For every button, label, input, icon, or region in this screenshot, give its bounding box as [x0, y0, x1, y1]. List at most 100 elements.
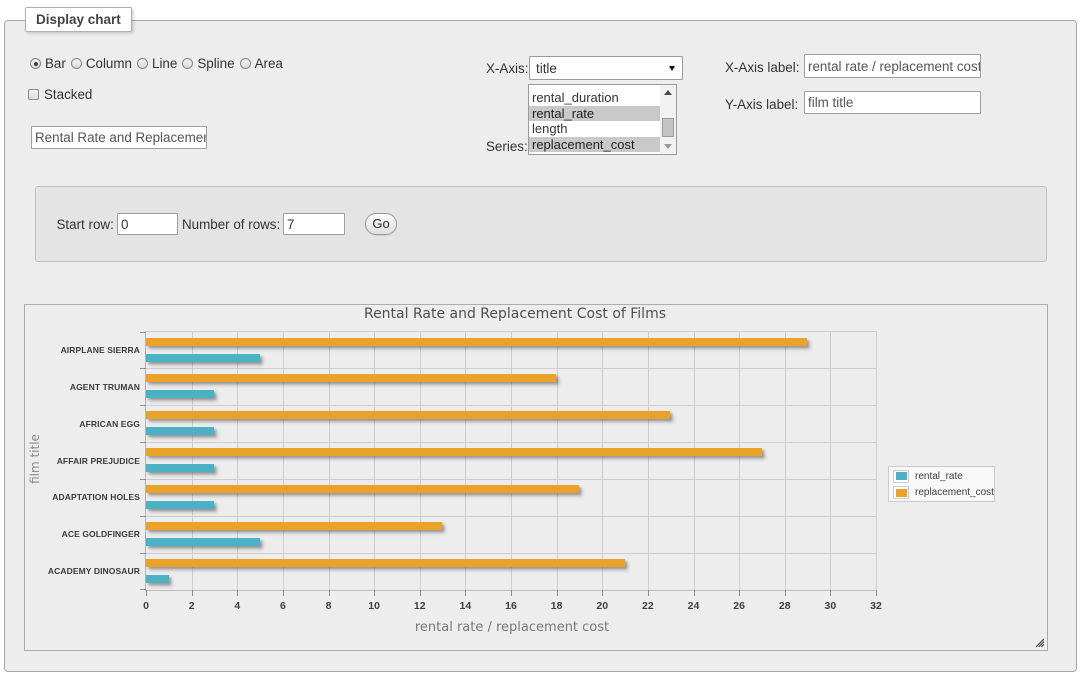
x-axis-select[interactable]: title: [529, 56, 683, 80]
legend-label: replacement_cost: [915, 487, 994, 498]
stacked-label[interactable]: Stacked: [44, 87, 92, 102]
y-axis-tick: [140, 516, 146, 517]
fieldset-legend: Display chart: [25, 7, 132, 32]
radio-line[interactable]: [137, 58, 148, 69]
category-label: AIRPLANE SIERRA: [10, 345, 140, 355]
x-axis-tick-label: 2: [172, 600, 212, 612]
x-axis-tick-label: 28: [765, 600, 805, 612]
legend-label: rental_rate: [915, 471, 963, 482]
x-axis-tick-label: 12: [400, 600, 440, 612]
gridline: [420, 332, 421, 590]
gridline: [146, 368, 876, 369]
bar-replacement_cost: [146, 411, 670, 419]
gridline: [283, 332, 284, 590]
legend-item: replacement_cost: [893, 485, 994, 502]
radio-bar[interactable]: [30, 58, 41, 69]
legend-swatch-replacement-cost: [893, 486, 909, 499]
x-axis-label-input[interactable]: rental rate / replacement cost: [804, 54, 981, 78]
gridline: [511, 332, 512, 590]
x-axis-tick: [876, 590, 877, 596]
series-option-rental-duration[interactable]: rental_duration: [529, 90, 661, 106]
gridline: [694, 332, 695, 590]
x-axis-tick-label: 22: [628, 600, 668, 612]
x-axis-select-label: X-Axis:: [486, 61, 528, 76]
y-axis-tick: [140, 368, 146, 369]
chart-title: Rental Rate and Replacement Cost of Film…: [25, 306, 1005, 322]
gridline: [146, 516, 876, 517]
series-option-rental-rate[interactable]: rental_rate: [529, 106, 661, 122]
chart-x-axis-title: rental rate / replacement cost: [147, 620, 877, 635]
chart-title-input[interactable]: Rental Rate and Replacement Cost of Film…: [31, 126, 207, 149]
bar-rental_rate: [146, 538, 260, 546]
x-axis-label-label: X-Axis label:: [725, 60, 799, 75]
scrollbar-thumb[interactable]: [662, 118, 675, 137]
x-axis-tick: [648, 590, 649, 596]
x-axis-tick-label: 6: [263, 600, 303, 612]
radio-spline-label[interactable]: Spline: [197, 56, 234, 71]
x-axis-tick: [329, 590, 330, 596]
x-axis-tick: [557, 590, 558, 596]
x-axis-tick: [830, 590, 831, 596]
bar-replacement_cost: [146, 485, 579, 493]
series-multiselect[interactable]: rental_duration rental_rate length repla…: [528, 84, 677, 155]
gridline: [785, 332, 786, 590]
x-axis-tick: [237, 590, 238, 596]
series-option-length[interactable]: length: [529, 121, 661, 137]
bar-replacement_cost: [146, 448, 762, 456]
x-axis-tick: [374, 590, 375, 596]
bar-rental_rate: [146, 501, 214, 509]
chart-container: Rental Rate and Replacement Cost of Film…: [24, 304, 1048, 651]
chart-plot-area: 02468101214161820222426283032AIRPLANE SI…: [145, 331, 877, 591]
gridline: [830, 332, 831, 590]
bar-replacement_cost: [146, 338, 807, 346]
stacked-row: Stacked: [28, 87, 92, 102]
radio-area[interactable]: [240, 58, 251, 69]
gridline: [146, 553, 876, 554]
radio-column[interactable]: [71, 58, 82, 69]
x-axis-tick: [602, 590, 603, 596]
x-axis-tick: [785, 590, 786, 596]
start-row-input[interactable]: 0: [117, 213, 178, 235]
radio-line-label[interactable]: Line: [152, 56, 177, 71]
x-axis-tick: [465, 590, 466, 596]
gridline: [146, 479, 876, 480]
y-axis-label-input[interactable]: film title: [804, 91, 981, 114]
bar-replacement_cost: [146, 522, 442, 530]
legend-swatch-rental-rate: [893, 470, 909, 483]
number-of-rows-input[interactable]: 7: [283, 213, 345, 235]
x-axis-tick: [739, 590, 740, 596]
bar-replacement_cost: [146, 374, 556, 382]
bar-rental_rate: [146, 464, 214, 472]
x-axis-tick-label: 16: [491, 600, 531, 612]
y-axis-tick: [140, 553, 146, 554]
stacked-checkbox[interactable]: [28, 89, 39, 100]
y-axis-tick: [140, 332, 146, 333]
bar-rental_rate: [146, 427, 214, 435]
x-axis-tick: [283, 590, 284, 596]
x-axis-tick-label: 26: [719, 600, 759, 612]
x-axis-tick-label: 0: [126, 600, 166, 612]
category-label: ADAPTATION HOLES: [10, 492, 140, 502]
radio-bar-label[interactable]: Bar: [45, 56, 66, 71]
go-button[interactable]: Go: [365, 213, 397, 235]
gridline: [557, 332, 558, 590]
radio-spline[interactable]: [182, 58, 193, 69]
series-list-scrollbar[interactable]: [660, 85, 676, 154]
chart-y-axis-title: film title: [28, 434, 42, 484]
resize-handle-icon[interactable]: [1035, 638, 1044, 647]
x-axis-tick-label: 32: [856, 600, 896, 612]
gridline: [602, 332, 603, 590]
x-axis-tick: [511, 590, 512, 596]
radio-column-label[interactable]: Column: [86, 56, 132, 71]
radio-area-label[interactable]: Area: [255, 56, 283, 71]
y-axis-tick: [140, 479, 146, 480]
number-of-rows-label: Number of rows:: [182, 217, 280, 232]
bar-rental_rate: [146, 390, 214, 398]
series-option-replacement-cost[interactable]: replacement_cost: [529, 137, 661, 153]
scrollbar-down-arrow-icon[interactable]: [660, 139, 676, 154]
x-axis-tick-label: 18: [537, 600, 577, 612]
scrollbar-up-arrow-icon[interactable]: [660, 85, 676, 100]
gridline: [739, 332, 740, 590]
x-axis-tick-label: 24: [674, 600, 714, 612]
x-axis-tick-label: 8: [309, 600, 349, 612]
